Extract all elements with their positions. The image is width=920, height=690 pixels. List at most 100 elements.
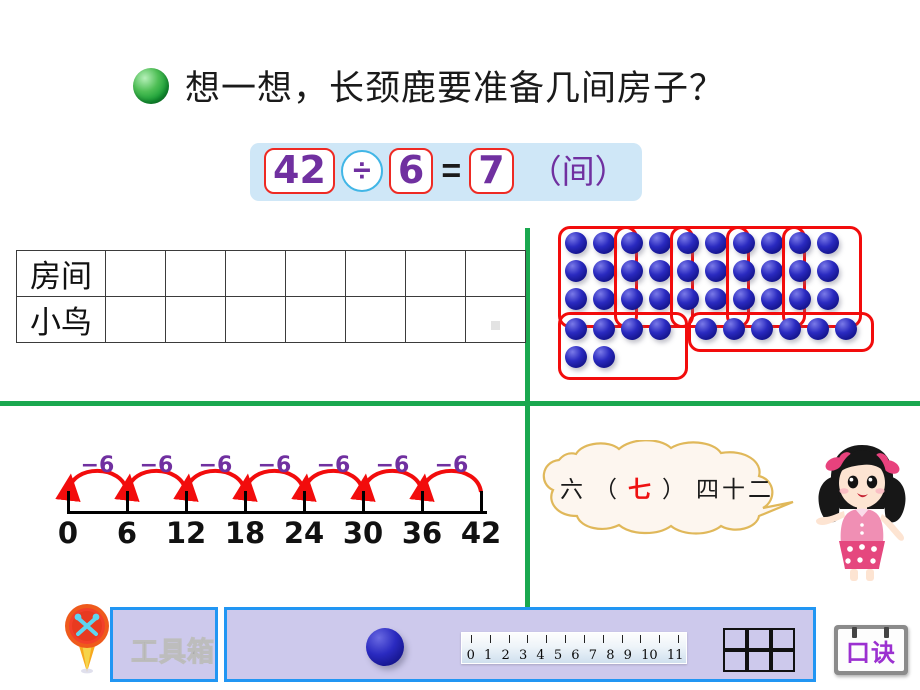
- equation-dividend: 42: [264, 148, 335, 194]
- ruler-tick: [659, 635, 661, 643]
- table-cell[interactable]: [285, 250, 346, 297]
- table-cell[interactable]: [105, 296, 166, 343]
- number-line-jump-label: −6: [139, 453, 174, 478]
- array-dot: [789, 288, 811, 310]
- array-dot: [593, 346, 615, 368]
- number-line-jump-label: −6: [257, 453, 292, 478]
- table-cell[interactable]: [345, 250, 406, 297]
- number-line-tick: [480, 491, 483, 514]
- ruler-number: 10: [641, 647, 658, 663]
- ruler-tool-icon[interactable]: 0 1 2 3 4 5 6 7 8 9 10 11: [461, 632, 687, 664]
- green-sphere-bullet-icon: [133, 67, 169, 104]
- array-dot: [817, 260, 839, 282]
- toolbox-panel[interactable]: 工具箱: [110, 607, 218, 682]
- title-row: 想一想，长颈鹿要准备几间房子？: [133, 60, 725, 111]
- ruler-tick: [470, 635, 472, 643]
- ruler-number: 3: [518, 647, 528, 663]
- equation-banner: 42 ÷ 6 = 7 （间）: [250, 143, 642, 201]
- table-cell[interactable]: [465, 250, 526, 297]
- array-dot: [649, 288, 671, 310]
- number-line-tick-label: 24: [283, 516, 325, 550]
- array-dot: [761, 260, 783, 282]
- number-line-tick: [185, 491, 188, 514]
- number-line-tick-label: 42: [460, 516, 502, 550]
- row-header-rooms: 房间: [16, 250, 106, 297]
- table-cell[interactable]: [285, 296, 346, 343]
- ruler-number: 6: [571, 647, 580, 663]
- formula-card-tool-icon[interactable]: 口诀: [834, 625, 908, 675]
- array-dot: [779, 318, 801, 340]
- table-row: 房间: [16, 250, 526, 297]
- table-cell[interactable]: [165, 250, 226, 297]
- array-dot: [649, 232, 671, 254]
- equation-divisor: 6: [388, 148, 434, 194]
- array-dot: [677, 232, 699, 254]
- number-line-tick-label: 6: [116, 516, 138, 550]
- table-cell[interactable]: [465, 296, 526, 343]
- cartoon-girl-avatar: [812, 437, 912, 587]
- table-cell[interactable]: [405, 250, 466, 297]
- ruler-tick: [546, 635, 548, 643]
- number-line-tick-label: 36: [401, 516, 443, 550]
- number-line-tick-label: 30: [342, 516, 384, 550]
- array-dot: [565, 318, 587, 340]
- number-line: 0 6 12 18 24 30 36 42 −6 −6 −6 −6 −6 −6 −6: [52, 450, 502, 560]
- ruler-tick: [527, 635, 529, 643]
- table-cell[interactable]: [225, 250, 286, 297]
- array-dot: [817, 288, 839, 310]
- row-header-birds: 小鸟: [16, 296, 106, 343]
- table-cell[interactable]: [105, 250, 166, 297]
- array-dot: [677, 288, 699, 310]
- ruler-number: 5: [553, 647, 563, 663]
- array-dot: [621, 232, 643, 254]
- table-cell[interactable]: [405, 296, 466, 343]
- blue-dot-tool-icon[interactable]: [366, 628, 404, 666]
- grid-tool-icon[interactable]: [723, 628, 795, 672]
- array-dot: [593, 232, 615, 254]
- bubble-open-paren: （: [594, 477, 620, 503]
- ruler-tick: [640, 635, 642, 643]
- ruler-number: 8: [606, 647, 615, 663]
- toolbox-pin-icon[interactable]: [62, 602, 112, 674]
- bottom-toolbar: 工具箱 0 1 2 3 4 5 6 7 8 9 10 11 口诀: [110, 607, 908, 682]
- number-line-tick: [303, 491, 306, 514]
- array-dot: [761, 288, 783, 310]
- ruler-tick: [565, 635, 567, 643]
- ruler-number: 9: [623, 647, 632, 663]
- table-cell[interactable]: [225, 296, 286, 343]
- bubble-close-paren: ）: [662, 477, 688, 503]
- ruler-tick: [678, 635, 680, 643]
- array-dot: [593, 318, 615, 340]
- ruler-numbers: 0 1 2 3 4 5 6 7 8 9 10 11: [462, 645, 688, 665]
- card-clip-icon: [852, 627, 857, 638]
- array-dot: [789, 232, 811, 254]
- array-dot: [723, 318, 745, 340]
- array-dot: [705, 260, 727, 282]
- number-line-tick: [244, 491, 247, 514]
- ruler-tick: [583, 635, 585, 643]
- ruler-number: 11: [666, 647, 684, 663]
- number-line-jump-label: −6: [316, 453, 351, 478]
- array-dot: [621, 260, 643, 282]
- number-line-jump-label: −6: [434, 453, 469, 478]
- equation-unit: （间）: [528, 151, 628, 191]
- array-dot: [649, 260, 671, 282]
- number-line-tick-label: 18: [224, 516, 266, 550]
- ruler-ticks: [462, 635, 688, 644]
- array-dot: [565, 288, 587, 310]
- page-title: 想一想，长颈鹿要准备几间房子？: [185, 69, 726, 109]
- array-dot: [817, 232, 839, 254]
- number-line-jump-label: −6: [375, 453, 410, 478]
- number-line-tick: [362, 491, 365, 514]
- array-dot: [649, 318, 671, 340]
- array-dot: [761, 232, 783, 254]
- bubble-highlight: 七: [628, 476, 654, 503]
- array-dot: [751, 318, 773, 340]
- array-dot: [565, 232, 587, 254]
- table-cell[interactable]: [345, 296, 406, 343]
- table-cell[interactable]: [165, 296, 226, 343]
- ruler-tick: [602, 635, 604, 643]
- tools-panel: 0 1 2 3 4 5 6 7 8 9 10 11 口诀: [224, 607, 908, 682]
- speech-bubble: 六 （ 七 ） 四十二: [537, 440, 797, 535]
- array-dot: [733, 288, 755, 310]
